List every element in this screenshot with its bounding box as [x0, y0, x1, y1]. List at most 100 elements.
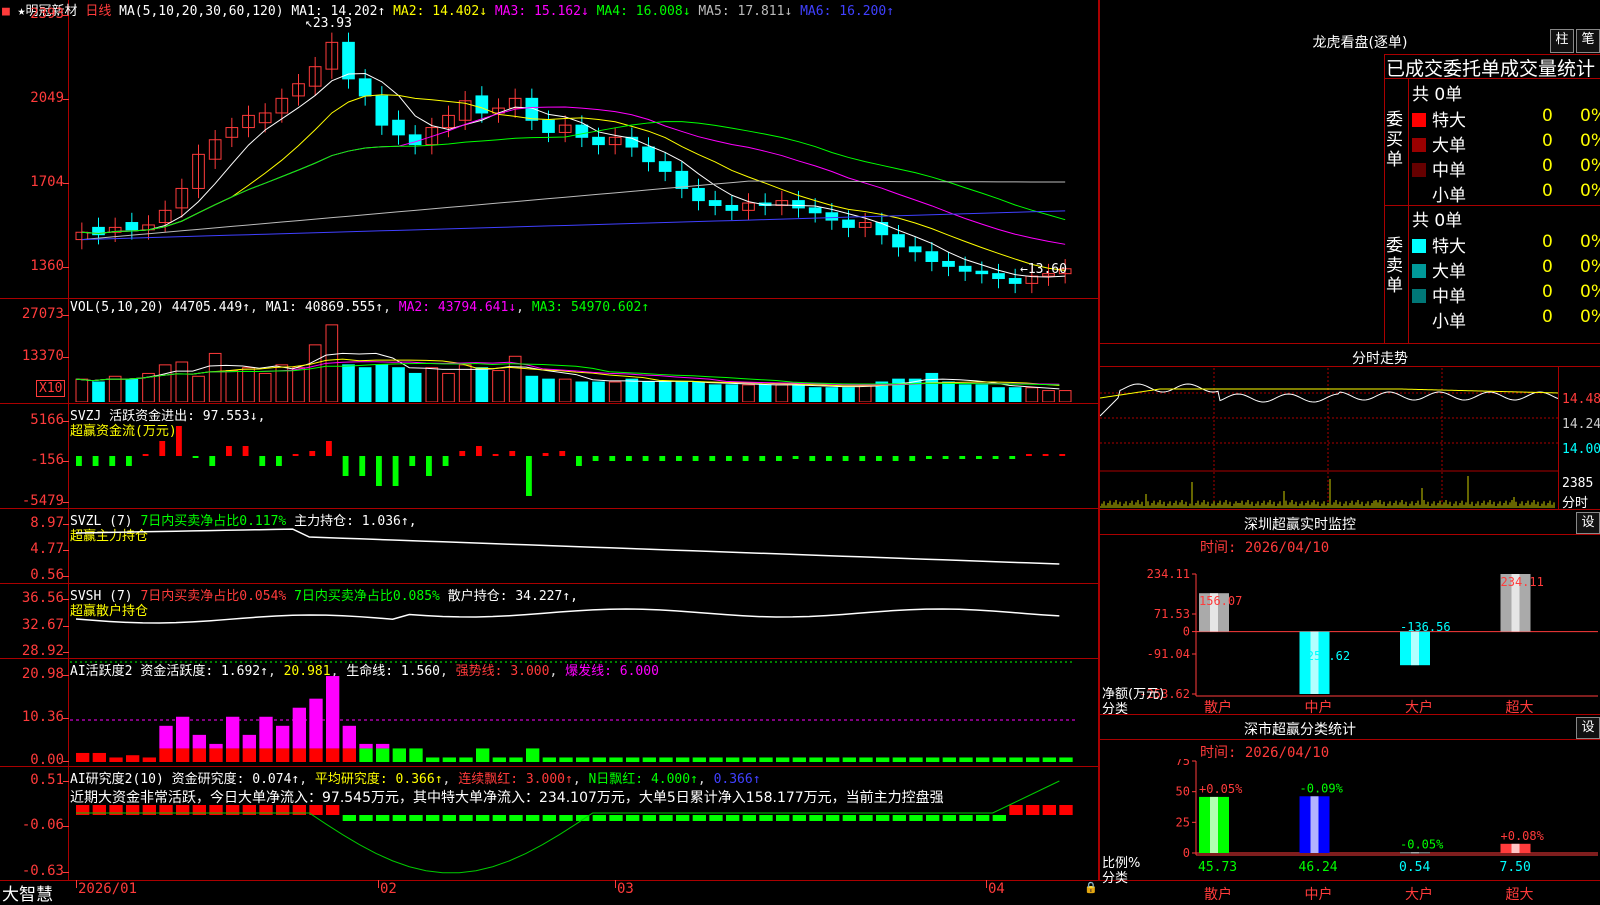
y-tick-label: 0 [1183, 846, 1190, 860]
ratio-chart[interactable]: 75 50 25 0 +0.05% 散户 -0.09% 中户 -0.05% 大户 +0.08% 超大 比… [1100, 759, 1600, 900]
settings-button[interactable]: 设 [1576, 717, 1600, 739]
volume-bar [658, 381, 672, 402]
y-tick-mark [63, 599, 69, 600]
main-holding-chart[interactable] [70, 515, 1098, 583]
volume-chart[interactable] [70, 318, 1098, 402]
fund-flow-bar [342, 456, 349, 476]
activity-bar [442, 757, 456, 762]
volume-bar [808, 387, 822, 402]
fund-flow-bar [76, 456, 82, 466]
bar-group [1400, 631, 1430, 666]
tick-view-button[interactable]: 笔 [1576, 29, 1600, 53]
ma-line-30 [81, 121, 1066, 234]
y-tick-mark [63, 872, 69, 873]
category-label: 超大 [1506, 700, 1534, 714]
fund-flow-bar [926, 456, 932, 459]
x-tick-mark [76, 880, 77, 888]
x-tick-apr: 04 [988, 881, 1005, 897]
x-tick-mar: 03 [617, 881, 634, 897]
volume-bar [392, 367, 405, 402]
y-tick-label: 25 [1176, 815, 1190, 829]
ma-value-ma5: MA5: 17.811↓ [690, 4, 793, 19]
activity-bar [909, 757, 923, 762]
y-tick-mark [63, 781, 69, 782]
row-percent: 0% [1580, 257, 1600, 277]
fund-flow-bar [792, 456, 799, 459]
volume-bar [725, 384, 739, 402]
y-tick-mark [63, 524, 69, 525]
fund-flow-bar [292, 454, 299, 456]
candle-body [642, 146, 655, 163]
vol-unit-badge[interactable]: X10 [36, 380, 66, 397]
activity-bar [942, 757, 956, 762]
volume-bar [458, 364, 472, 402]
candle-body [725, 204, 739, 211]
candlestick-chart[interactable] [70, 18, 1098, 298]
activity-bar [976, 757, 990, 762]
fund-flow-bar [176, 426, 182, 456]
candle-body [125, 222, 139, 231]
row-count: 0 [1542, 156, 1553, 176]
candle-body [692, 187, 705, 202]
period-label[interactable]: 日线 [85, 4, 111, 19]
share-value-label: 0.54 [1399, 860, 1430, 875]
activity-bar-top [259, 716, 273, 749]
ai-activity-chart[interactable] [70, 660, 1098, 766]
intraday-panel: 分时走势 14.48 14.24 14.00 2385 分时 [1099, 344, 1600, 511]
volume-bar [558, 378, 572, 402]
activity-bar-top [276, 725, 290, 749]
y-tick-label: 36.56 [21, 590, 64, 606]
research-bar [1026, 805, 1040, 815]
fund-flow-bar [842, 456, 849, 461]
divider [1384, 78, 1600, 79]
ai-research-chart[interactable] [70, 768, 1098, 880]
y-tick-label: -156 [30, 452, 64, 468]
fund-flow-bar [492, 454, 499, 456]
row-label: 小单 [1432, 312, 1466, 332]
retail-holding-chart[interactable] [70, 595, 1098, 658]
bar-value-label: -0.05% [1400, 837, 1444, 851]
sz-class-panel: 深市超赢分类统计 设 时间: 2026/04/10 75 50 25 0 +0.05% 散… [1099, 715, 1600, 900]
activity-bar [892, 757, 906, 762]
activity-bar [392, 748, 406, 762]
net-amount-chart[interactable]: 234.1171.530-91.04-253.62156.07散户-253.62… [1100, 554, 1600, 714]
activity-bar [209, 748, 223, 762]
y-tick-label: 27073 [21, 306, 64, 322]
intraday-chart[interactable] [1100, 368, 1558, 508]
candle-body [892, 234, 905, 248]
activity-bar [759, 757, 773, 762]
fund-flow-bar [326, 441, 332, 456]
volume-bar [475, 367, 489, 402]
column-view-button[interactable]: 柱 [1550, 29, 1574, 53]
buy-row: 特大 0 0% [1412, 106, 1600, 131]
fund-flow-bar [109, 456, 116, 466]
activity-bar [326, 748, 340, 762]
divider [0, 766, 1098, 767]
activity-bar [1009, 757, 1023, 762]
y-tick-mark [63, 718, 69, 719]
y-tick-mark [63, 267, 69, 268]
research-bar [476, 815, 490, 821]
fund-flow-bar [192, 456, 199, 458]
fund-flow-bar [692, 456, 699, 461]
fund-flow-bar [859, 456, 866, 461]
fund-flow-bar [409, 456, 416, 466]
volume-bar [408, 372, 422, 402]
activity-bar-top [309, 698, 323, 749]
activity-bar [726, 757, 740, 762]
settings-button[interactable]: 设 [1576, 512, 1600, 534]
row-label: 中单 [1432, 161, 1466, 181]
lock-icon[interactable]: 🔒 [1084, 881, 1098, 894]
row-count: 0 [1542, 307, 1553, 327]
y-tick-label: 1704 [30, 174, 64, 190]
volume-bar [892, 378, 905, 402]
divider [1100, 739, 1600, 740]
fund-flow-bar [726, 456, 732, 461]
row-label: 特大 [1432, 237, 1466, 257]
activity-bar [159, 748, 173, 762]
low-price-marker: ←13.60 [1020, 262, 1067, 277]
activity-bar-top [209, 743, 223, 749]
fund-flow-bar [509, 451, 516, 456]
activity-bar [859, 757, 873, 762]
fund-flow-chart[interactable] [70, 420, 1098, 508]
